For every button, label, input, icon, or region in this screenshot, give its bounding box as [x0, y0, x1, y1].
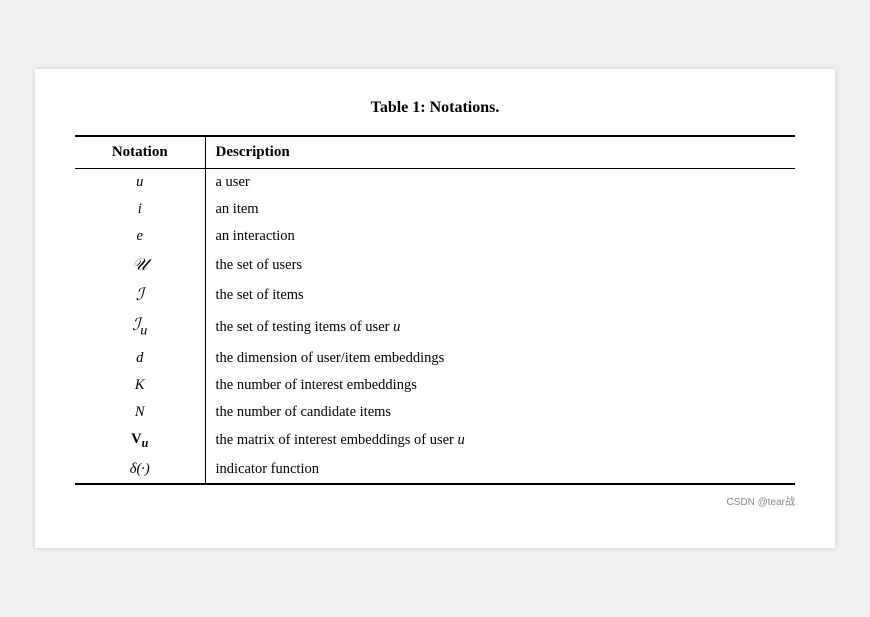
notation-cell: Vu — [75, 426, 205, 456]
description-cell: the set of users — [205, 250, 795, 280]
table-row: Vuthe matrix of interest embeddings of u… — [75, 426, 795, 456]
table-row: dthe dimension of user/item embeddings — [75, 345, 795, 372]
table-row: ian item — [75, 196, 795, 223]
description-cell: the set of items — [205, 280, 795, 310]
table-row: Kthe number of interest embeddings — [75, 372, 795, 399]
notation-cell: e — [75, 223, 205, 250]
notation-cell: i — [75, 196, 205, 223]
table-title: Table 1: Notations. — [75, 99, 795, 117]
description-cell: the set of testing items of user u — [205, 310, 795, 344]
page-container: Table 1: Notations. Notation Description… — [35, 69, 835, 547]
notation-column-header: Notation — [75, 136, 205, 169]
description-cell: indicator function — [205, 456, 795, 484]
notation-cell: u — [75, 169, 205, 197]
description-column-header: Description — [205, 136, 795, 169]
notation-cell: ℐu — [75, 310, 205, 344]
table-row: Nthe number of candidate items — [75, 399, 795, 426]
description-cell: a user — [205, 169, 795, 197]
table-header-row: Notation Description — [75, 136, 795, 169]
notation-cell: 𝒰 — [75, 250, 205, 280]
table-row: 𝒰the set of users — [75, 250, 795, 280]
description-cell: the number of candidate items — [205, 399, 795, 426]
table-row: ℐuthe set of testing items of user u — [75, 310, 795, 344]
table-row: δ(·)indicator function — [75, 456, 795, 484]
notation-cell: ℐ — [75, 280, 205, 310]
description-cell: the dimension of user/item embeddings — [205, 345, 795, 372]
table-row: ua user — [75, 169, 795, 197]
description-cell: an item — [205, 196, 795, 223]
description-cell: the matrix of interest embeddings of use… — [205, 426, 795, 456]
watermark: CSDN @tear战 — [75, 493, 795, 508]
notation-cell: d — [75, 345, 205, 372]
table-row: ℐthe set of items — [75, 280, 795, 310]
notation-table: Notation Description ua userian itemean … — [75, 135, 795, 484]
notation-cell: δ(·) — [75, 456, 205, 484]
table-row: ean interaction — [75, 223, 795, 250]
description-cell: an interaction — [205, 223, 795, 250]
description-cell: the number of interest embeddings — [205, 372, 795, 399]
notation-cell: N — [75, 399, 205, 426]
notation-cell: K — [75, 372, 205, 399]
